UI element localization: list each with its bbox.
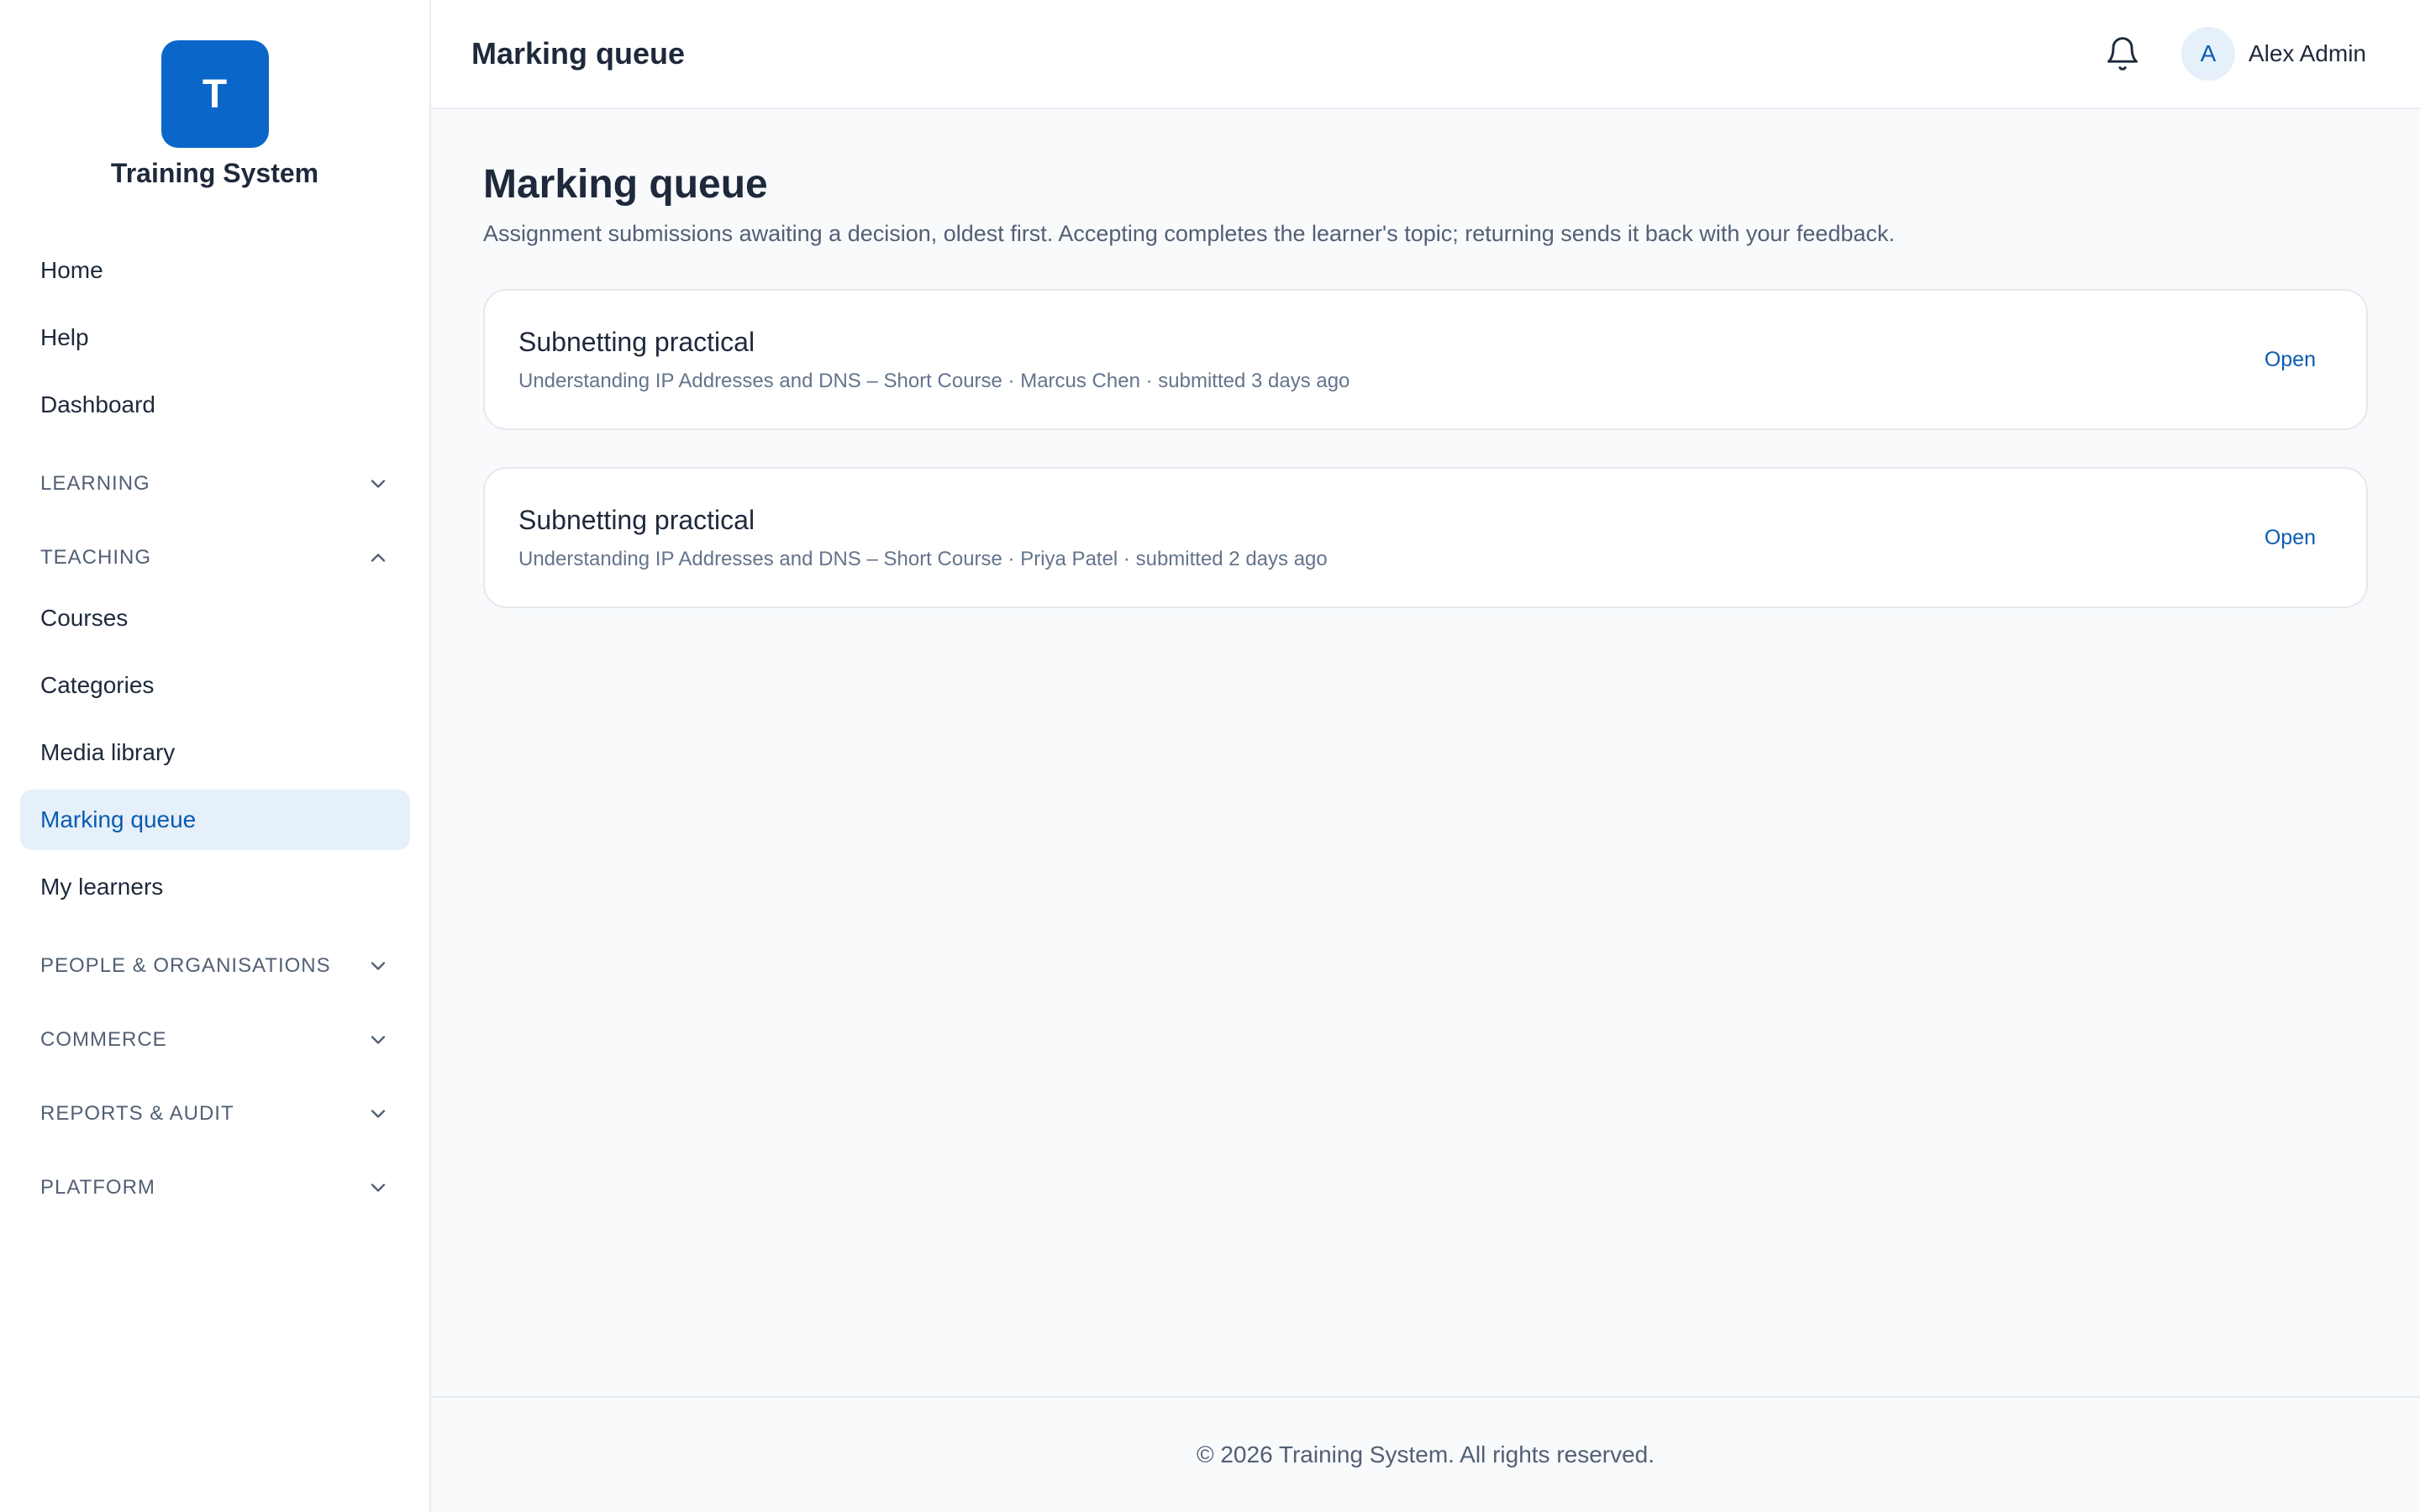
submission-title: Subnetting practical [518,326,755,357]
avatar[interactable]: A [2181,27,2235,81]
submission-card: Subnetting practical Understanding IP Ad… [483,289,2368,430]
submission-text: Subnetting practical Understanding IP Ad… [518,505,2265,571]
section-commerce[interactable]: COMMERCE [20,1010,410,1070]
open-submission-link[interactable]: Open [2265,348,2316,372]
submission-text: Subnetting practical Understanding IP Ad… [518,327,2265,393]
sidebar-item-marking-queue[interactable]: Marking queue [20,790,410,850]
brand: T Training System [0,40,429,189]
chevron-down-icon [371,962,386,970]
sidebar-nav: Home Help Dashboard LEARNING TEACHING Co… [20,240,410,1231]
topbar: Marking queue A Alex Admin [431,0,2420,109]
main-area: Marking queue A Alex Admin Marking queue… [431,0,2420,1512]
section-commerce-label: COMMERCE [40,1028,167,1051]
sidebar-item-courses[interactable]: Courses [20,588,410,648]
chevron-down-icon [371,1036,386,1044]
section-platform-label: PLATFORM [40,1176,155,1199]
submission-title: Subnetting practical [518,504,755,535]
section-teaching[interactable]: TEACHING [20,528,410,588]
section-learning[interactable]: LEARNING [20,454,410,514]
section-people[interactable]: PEOPLE & ORGANISATIONS [20,936,410,996]
sidebar-item-my-learners[interactable]: My learners [20,857,410,917]
sidebar-item-categories[interactable]: Categories [20,655,410,716]
page-title: Marking queue [483,162,768,207]
chevron-up-icon [371,554,386,562]
bell-icon[interactable] [2104,35,2141,72]
open-submission-link[interactable]: Open [2265,526,2316,550]
sidebar-item-home[interactable]: Home [20,240,410,301]
footer: © 2026 Training System. All rights reser… [431,1396,2420,1512]
brand-name: Training System [110,158,319,188]
brand-logo[interactable]: T [160,40,269,148]
submission-meta: Understanding IP Addresses and DNS – Sho… [518,369,1350,392]
user-name[interactable]: Alex Admin [2249,40,2366,67]
sidebar-item-dashboard[interactable]: Dashboard [20,375,410,435]
page-content: Marking queue Assignment submissions awa… [431,109,2420,1396]
submission-meta: Understanding IP Addresses and DNS – Sho… [518,547,1328,570]
section-learning-label: LEARNING [40,472,150,495]
section-reports[interactable]: REPORTS & AUDIT [20,1084,410,1144]
section-platform[interactable]: PLATFORM [20,1158,410,1218]
sidebar: T Training System Home Help Dashboard LE… [0,0,431,1512]
app-root: T Training System Home Help Dashboard LE… [0,0,2420,1512]
section-reports-label: REPORTS & AUDIT [40,1102,234,1125]
sidebar-item-media-library[interactable]: Media library [20,722,410,783]
chevron-down-icon [371,1110,386,1118]
page-description: Assignment submissions awaiting a decisi… [483,221,1895,246]
submission-card: Subnetting practical Understanding IP Ad… [483,467,2368,608]
section-people-label: PEOPLE & ORGANISATIONS [40,954,331,977]
section-teaching-label: TEACHING [40,546,152,569]
topbar-title: Marking queue [471,36,686,71]
chevron-down-icon [371,480,386,488]
chevron-down-icon [371,1184,386,1192]
sidebar-item-help[interactable]: Help [20,307,410,368]
